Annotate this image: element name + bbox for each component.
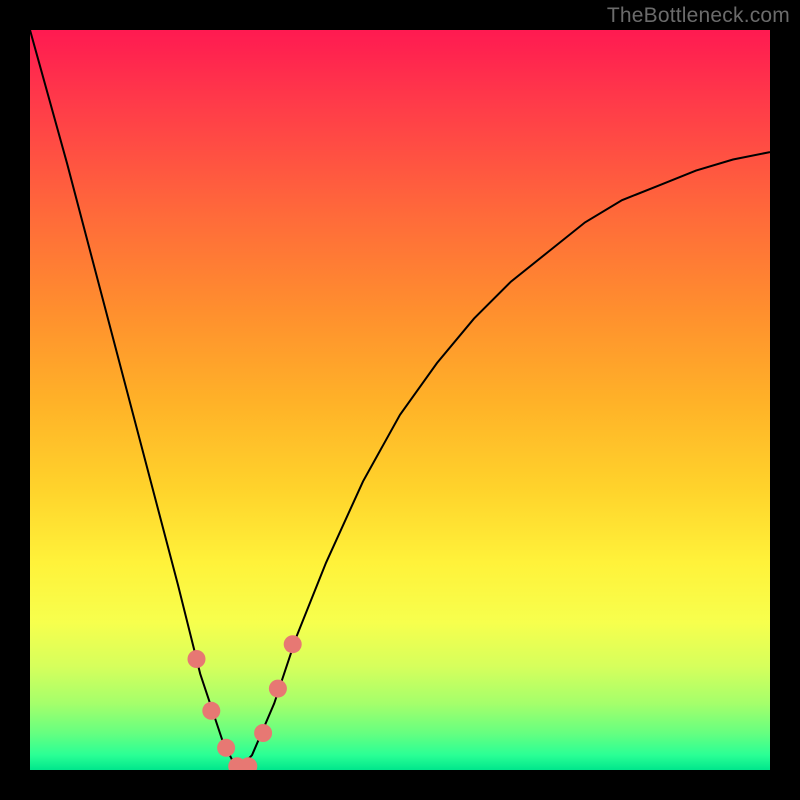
marker-dot	[202, 702, 220, 720]
marker-dot	[217, 739, 235, 757]
bottleneck-curve	[30, 30, 770, 770]
curve-path	[30, 30, 770, 770]
marker-dot	[254, 724, 272, 742]
watermark-text: TheBottleneck.com	[607, 4, 790, 28]
marker-dot	[284, 635, 302, 653]
marker-dot	[269, 680, 287, 698]
marker-dot	[188, 650, 206, 668]
chart-frame	[30, 30, 770, 770]
chart-svg	[30, 30, 770, 770]
highlight-markers	[188, 635, 302, 770]
